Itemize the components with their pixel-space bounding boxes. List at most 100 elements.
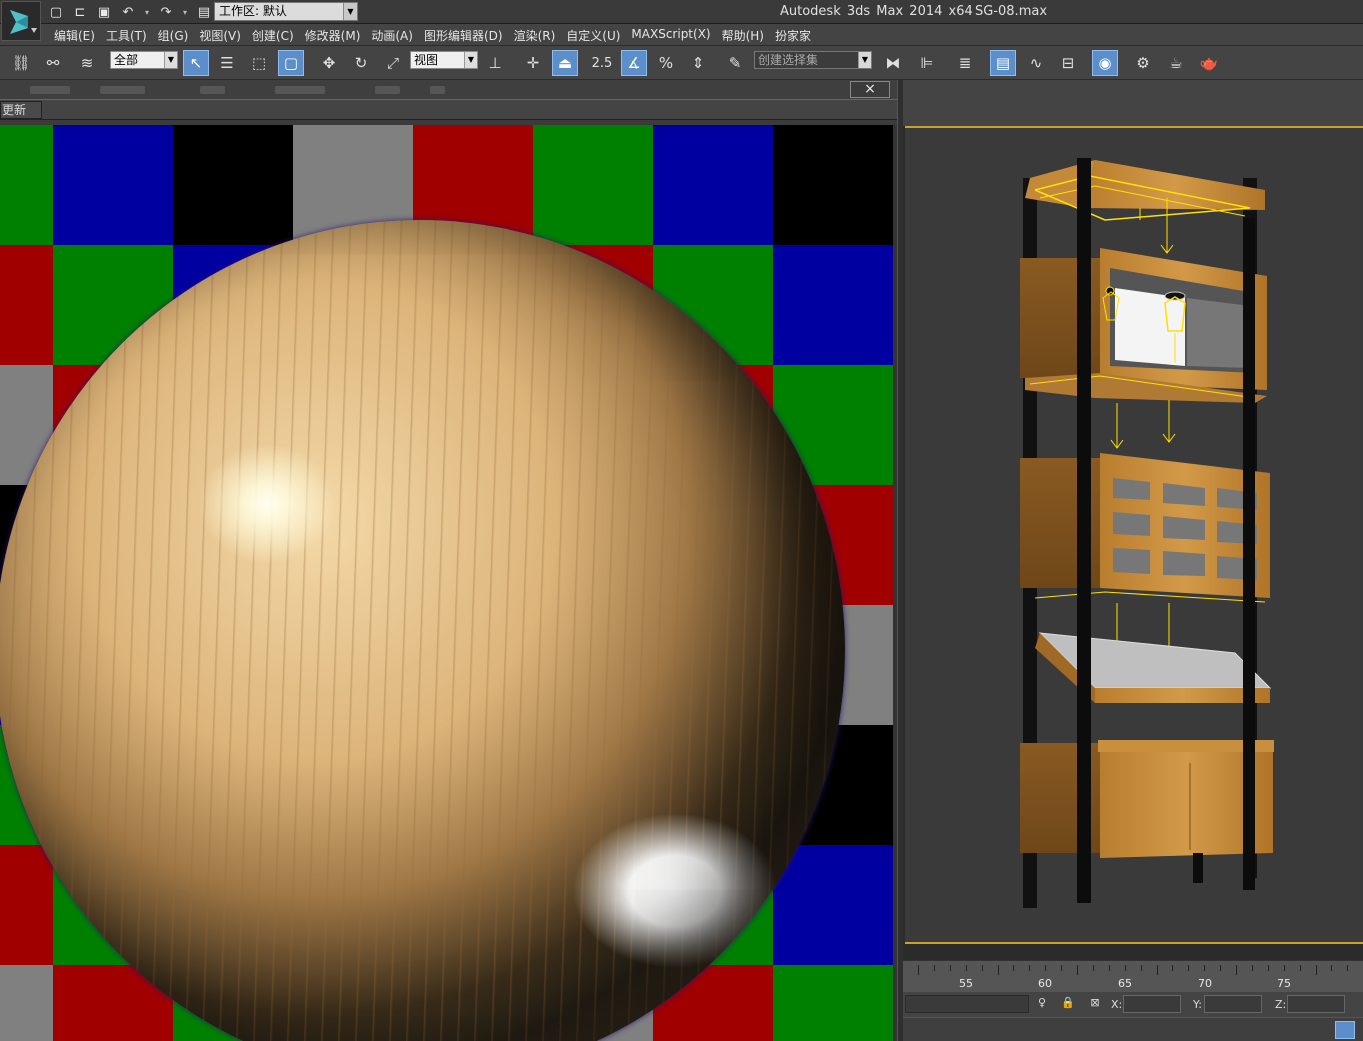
project-folder-icon[interactable]: ▤ (194, 3, 214, 21)
timeline-label: 55 (959, 977, 973, 990)
timeline-tick (981, 965, 983, 971)
checker-cell (773, 965, 893, 1041)
menu-create[interactable]: 创建(C) (252, 27, 305, 44)
layer-manager-icon[interactable]: ≣ (952, 50, 978, 76)
app-title: Autodesk 3ds Max 2014 x64 (780, 4, 973, 19)
rendered-frame-window-icon[interactable]: ☕ (1163, 50, 1189, 76)
y-coordinate-input[interactable] (1204, 995, 1262, 1013)
render-setup-icon[interactable]: ⚙ (1130, 50, 1156, 76)
menu-edit[interactable]: 编辑(E) (54, 27, 106, 44)
perspective-viewport[interactable] (905, 126, 1363, 944)
checker-cell (533, 125, 653, 245)
timeline-tick (1347, 965, 1349, 971)
chevron-down-icon: ▼ (164, 52, 177, 68)
menu-maxscript[interactable]: MAXScript(X) (631, 27, 721, 44)
menu-help[interactable]: 帮助(H) (722, 27, 775, 44)
menu-group[interactable]: 组(G) (158, 27, 200, 44)
scale-icon[interactable]: ⤢ (380, 50, 406, 76)
timeline-tick (1061, 965, 1063, 971)
update-button[interactable]: 更新 (0, 101, 42, 119)
keyboard-shortcut-override-icon[interactable]: ⏏ (552, 50, 578, 76)
select-by-name-icon[interactable]: ☰ (214, 50, 240, 76)
timeline-tick (1140, 965, 1142, 971)
timeline-tick (1092, 965, 1094, 971)
open-file-icon[interactable]: ⊏ (70, 3, 90, 21)
material-window-titlebar: × (0, 80, 900, 100)
lock-selection-icon[interactable]: 🔒 (1060, 996, 1076, 1012)
material-editor-icon[interactable]: ◉ (1092, 50, 1118, 76)
undo-icon[interactable]: ↶ (118, 3, 138, 21)
timeline-tick (1204, 965, 1206, 971)
absolute-mode-icon[interactable]: ⊠ (1087, 996, 1103, 1012)
material-sphere (0, 220, 845, 1041)
blurred-tab (100, 86, 145, 94)
z-coordinate-input[interactable] (1287, 995, 1345, 1013)
new-file-icon[interactable]: ▢ (46, 3, 66, 21)
bind-space-warp-icon[interactable]: ≋ (74, 50, 100, 76)
checker-cell (173, 125, 293, 245)
menu-views[interactable]: 视图(V) (199, 27, 252, 44)
mirror-icon[interactable]: ⧓ (880, 50, 906, 76)
x-coordinate-label: X: (1111, 998, 1123, 1011)
material-window-toolbar: 更新 (0, 100, 900, 120)
checker-cell (0, 245, 53, 365)
redo-dropdown-icon[interactable]: ▾ (180, 3, 190, 21)
save-icon[interactable]: ▣ (94, 3, 114, 21)
edit-named-selection-icon[interactable]: ✎ (722, 50, 748, 76)
select-object-icon[interactable]: ↖ (183, 50, 209, 76)
timeline-label: 70 (1198, 977, 1212, 990)
snap-toggle-icon[interactable]: 2.5 (589, 50, 615, 76)
y-coordinate-label: Y: (1193, 998, 1202, 1011)
timeline-label: 75 (1277, 977, 1291, 990)
timeline-tick (1013, 965, 1015, 971)
material-preview-canvas (0, 125, 897, 1041)
link-icon[interactable]: ⛓ (8, 50, 34, 76)
scene-shelf-model (1020, 158, 1274, 908)
timeline-tick (1220, 965, 1222, 971)
schematic-view-icon[interactable]: ⊟ (1055, 50, 1081, 76)
x-coordinate-input[interactable] (1123, 995, 1181, 1013)
move-icon[interactable]: ✥ (316, 50, 342, 76)
curve-editor-icon[interactable]: ∿ (1023, 50, 1049, 76)
select-manipulate-icon[interactable]: ✛ (520, 50, 546, 76)
3ds-max-logo-icon[interactable] (1, 1, 41, 41)
render-production-icon[interactable]: 🫖 (1196, 50, 1222, 76)
isolate-selection-icon[interactable]: ♀ (1034, 996, 1050, 1012)
align-icon[interactable]: ⊫ (914, 50, 940, 76)
blurred-tab (275, 86, 325, 94)
menu-modifiers[interactable]: 修改器(M) (305, 27, 372, 44)
named-selection-set-dropdown[interactable]: 创建选择集 ▼ (754, 51, 872, 69)
window-divider[interactable] (897, 80, 903, 1041)
menu-tools[interactable]: 工具(T) (106, 27, 158, 44)
blurred-tab (375, 86, 400, 94)
scene-explorer-icon[interactable]: ▤ (990, 50, 1016, 76)
workspace-dropdown[interactable]: 工作区: 默认 ▼ (214, 2, 358, 21)
percent-snap-icon[interactable]: % (653, 50, 679, 76)
angle-snap-icon[interactable]: ∡ (621, 50, 647, 76)
menu-banjiajia[interactable]: 扮家家 (775, 27, 822, 44)
window-crossing-icon[interactable]: ▢ (278, 50, 304, 76)
rectangular-selection-icon[interactable]: ⬚ (246, 50, 272, 76)
rotate-icon[interactable]: ↻ (348, 50, 374, 76)
timeline-tick (1251, 965, 1253, 971)
menu-rendering[interactable]: 渲染(R) (514, 27, 567, 44)
pivot-center-icon[interactable]: ⊥ (482, 50, 508, 76)
menu-animation[interactable]: 动画(A) (371, 27, 424, 44)
undo-dropdown-icon[interactable]: ▾ (142, 3, 152, 21)
timeline-tick (949, 965, 951, 971)
material-preview-window: × 更新 (0, 80, 900, 1041)
spinner-snap-icon[interactable]: ⇕ (685, 50, 711, 76)
menu-customize[interactable]: 自定义(U) (566, 27, 631, 44)
unlink-icon[interactable]: ⚯ (40, 50, 66, 76)
blurred-tab (200, 86, 225, 94)
viewport-maximize-icon[interactable] (1335, 1021, 1355, 1039)
timeline-tick (1315, 965, 1317, 975)
status-message-field (905, 995, 1029, 1013)
close-button[interactable]: × (850, 81, 890, 98)
menu-graph-editors[interactable]: 图形编辑器(D) (424, 27, 514, 44)
selection-filter-dropdown[interactable]: 全部 ▼ (110, 51, 178, 69)
z-coordinate-label: Z: (1275, 998, 1287, 1011)
reference-coordinate-dropdown[interactable]: 视图 ▼ (410, 51, 478, 69)
timeline-ruler[interactable]: 55 60 65 70 75 (903, 960, 1363, 992)
redo-icon[interactable]: ↷ (156, 3, 176, 21)
